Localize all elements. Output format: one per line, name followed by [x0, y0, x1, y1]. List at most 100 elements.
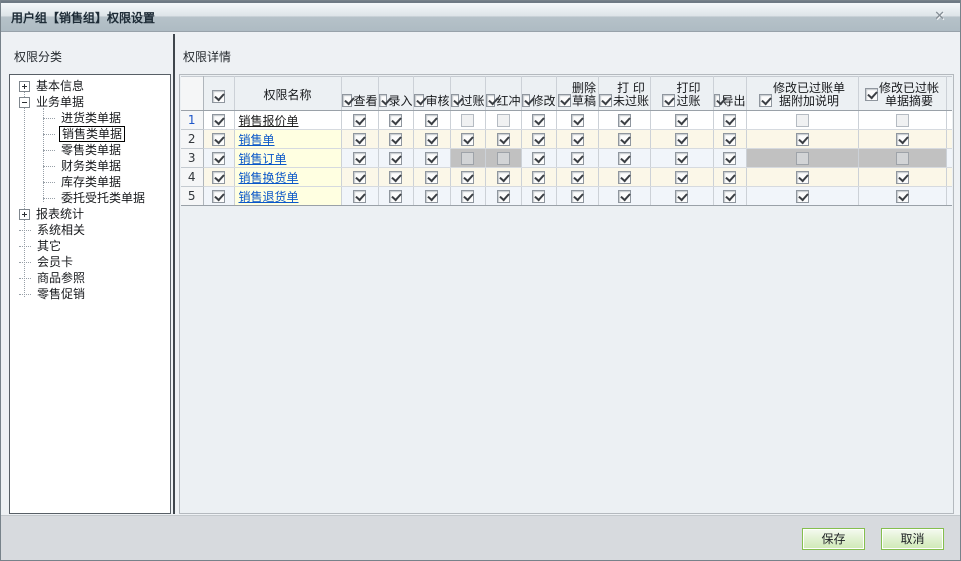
column-checkbox[interactable]	[662, 94, 676, 107]
cell-checkbox[interactable]	[570, 171, 584, 184]
tree-item-sales-docs[interactable]: 销售类单据	[10, 126, 170, 142]
tree-item-label[interactable]: 商品参照	[35, 271, 87, 285]
perm-cell[interactable]	[412, 167, 450, 187]
column-checkbox[interactable]	[714, 94, 721, 107]
cell-checkbox[interactable]	[496, 133, 510, 146]
perm-cell[interactable]	[597, 110, 650, 130]
perm-cell[interactable]	[340, 167, 378, 187]
permission-link[interactable]: 销售退货单	[239, 190, 299, 204]
cell-checkbox[interactable]	[675, 114, 688, 127]
tree-item-label[interactable]: 零售类单据	[59, 143, 123, 157]
cell-checkbox[interactable]	[389, 133, 402, 146]
tree-item-product-reference[interactable]: 商品参照	[10, 270, 170, 286]
cell-checkbox[interactable]	[570, 190, 584, 203]
perm-cell[interactable]	[712, 110, 746, 130]
perm-cell[interactable]	[412, 129, 450, 149]
cell-checkbox[interactable]	[570, 114, 584, 127]
perm-cell[interactable]	[712, 186, 746, 206]
column-checkbox[interactable]	[342, 94, 353, 107]
table-row[interactable]: 1 销售报价单	[181, 110, 952, 130]
cell-checkbox[interactable]	[532, 171, 545, 184]
perm-cell[interactable]	[377, 186, 413, 206]
row-checkbox[interactable]	[212, 114, 225, 127]
cell-checkbox[interactable]	[461, 190, 474, 203]
cell-checkbox[interactable]	[389, 152, 402, 165]
row-number[interactable]: 3	[181, 148, 204, 168]
cancel-button[interactable]: 取消	[881, 528, 944, 550]
cell-checkbox[interactable]	[617, 152, 631, 165]
perm-cell[interactable]	[857, 148, 946, 168]
perm-cell[interactable]	[555, 110, 598, 130]
perm-cell[interactable]	[412, 110, 450, 130]
cell-checkbox[interactable]	[617, 190, 631, 203]
perm-cell[interactable]	[745, 110, 858, 130]
perm-cell[interactable]	[649, 110, 713, 130]
cell-checkbox[interactable]	[617, 171, 631, 184]
cell-checkbox[interactable]	[425, 114, 438, 127]
perm-cell[interactable]	[377, 167, 413, 187]
plus-expander-icon[interactable]	[19, 80, 30, 92]
cell-checkbox[interactable]	[461, 114, 474, 127]
cell-checkbox[interactable]	[425, 190, 438, 203]
tree-item-other[interactable]: 其它	[10, 238, 170, 254]
perm-cell[interactable]	[745, 148, 858, 168]
cell-checkbox[interactable]	[675, 190, 688, 203]
permission-link[interactable]: 销售换货单	[239, 171, 299, 185]
row-number[interactable]: 1	[181, 110, 204, 130]
perm-cell[interactable]	[597, 186, 650, 206]
row-checkbox[interactable]	[212, 133, 225, 146]
table-row[interactable]: 2 销售单	[181, 129, 952, 149]
cell-checkbox[interactable]	[675, 171, 688, 184]
perm-cell[interactable]	[745, 186, 858, 206]
table-row[interactable]: 5 销售退货单	[181, 186, 952, 206]
cell-checkbox[interactable]	[353, 114, 366, 127]
column-checkbox[interactable]	[557, 94, 571, 107]
tree-item-member-card[interactable]: 会员卡	[10, 254, 170, 270]
cell-checkbox[interactable]	[496, 152, 510, 165]
table-row[interactable]: 3 销售订单	[181, 148, 952, 168]
cell-checkbox[interactable]	[795, 152, 809, 165]
cell-checkbox[interactable]	[895, 171, 909, 184]
tree-item-label[interactable]: 基本信息	[34, 79, 86, 93]
perm-cell[interactable]	[377, 148, 413, 168]
cell-checkbox[interactable]	[795, 171, 809, 184]
cell-checkbox[interactable]	[353, 152, 366, 165]
tree-item-report-stats[interactable]: 报表统计	[10, 206, 170, 222]
perm-cell[interactable]	[597, 167, 650, 187]
plus-expander-icon[interactable]	[19, 208, 30, 220]
perm-cell[interactable]	[649, 186, 713, 206]
row-checkbox[interactable]	[212, 152, 225, 165]
perm-cell[interactable]	[449, 186, 485, 206]
cell-checkbox[interactable]	[617, 133, 631, 146]
tree-item-retail-promo[interactable]: 零售促销	[10, 286, 170, 302]
cell-checkbox[interactable]	[496, 171, 510, 184]
permission-link[interactable]: 销售报价单	[239, 114, 299, 128]
tree-item-consignment-docs[interactable]: 委托受托类单据	[10, 190, 170, 206]
perm-cell[interactable]	[377, 110, 413, 130]
cell-checkbox[interactable]	[675, 133, 688, 146]
cell-checkbox[interactable]	[570, 152, 584, 165]
tree-item-label[interactable]: 委托受托类单据	[59, 191, 147, 205]
perm-cell[interactable]	[712, 148, 746, 168]
tree-item-system[interactable]: 系统相关	[10, 222, 170, 238]
tree-item-label[interactable]: 进货类单据	[59, 111, 123, 125]
cell-checkbox[interactable]	[723, 152, 736, 165]
cell-checkbox[interactable]	[723, 114, 736, 127]
perm-cell[interactable]	[555, 148, 598, 168]
cell-checkbox[interactable]	[461, 133, 474, 146]
perm-cell[interactable]	[484, 129, 521, 149]
tree-item-label[interactable]: 系统相关	[35, 223, 87, 237]
cell-checkbox[interactable]	[425, 171, 438, 184]
tree-item-purchase-docs[interactable]: 进货类单据	[10, 110, 170, 126]
cell-checkbox[interactable]	[895, 152, 909, 165]
perm-cell[interactable]	[649, 148, 713, 168]
cell-checkbox[interactable]	[795, 133, 809, 146]
tree-item-business-docs[interactable]: 业务单据	[10, 94, 170, 110]
minus-expander-icon[interactable]	[19, 96, 30, 108]
cell-checkbox[interactable]	[723, 133, 736, 146]
permission-link[interactable]: 销售单	[239, 133, 275, 147]
tree-item-label[interactable]: 报表统计	[34, 207, 86, 221]
perm-cell[interactable]	[484, 167, 521, 187]
row-number[interactable]: 4	[181, 167, 204, 187]
perm-cell[interactable]	[520, 186, 556, 206]
